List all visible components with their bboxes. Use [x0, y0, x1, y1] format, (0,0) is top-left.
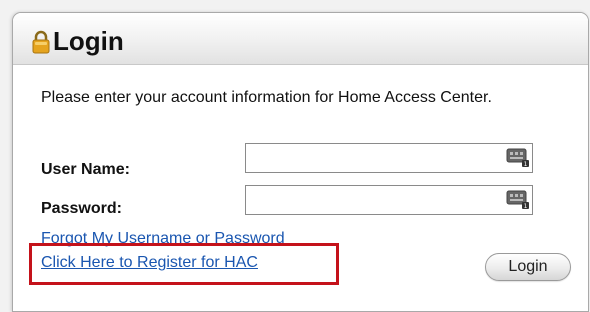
- register-link[interactable]: Click Here to Register for HAC: [41, 254, 258, 272]
- keyboard-icon[interactable]: 1: [506, 190, 530, 210]
- login-panel: Login Please enter your account informat…: [12, 12, 589, 312]
- username-field[interactable]: [246, 144, 498, 170]
- lock-icon: [32, 30, 50, 54]
- password-label: Password:: [41, 200, 122, 217]
- password-field-wrapper: 1: [245, 185, 533, 215]
- svg-text:1: 1: [524, 203, 528, 210]
- keyboard-icon[interactable]: 1: [506, 148, 530, 168]
- login-button[interactable]: Login: [485, 253, 571, 281]
- password-field[interactable]: [246, 186, 498, 212]
- username-label: User Name:: [41, 161, 130, 178]
- panel-header: Login: [13, 13, 588, 65]
- login-instructions: Please enter your account information fo…: [41, 89, 492, 106]
- username-field-wrapper: 1: [245, 143, 533, 173]
- panel-title: Login: [53, 26, 124, 56]
- svg-text:1: 1: [524, 161, 528, 168]
